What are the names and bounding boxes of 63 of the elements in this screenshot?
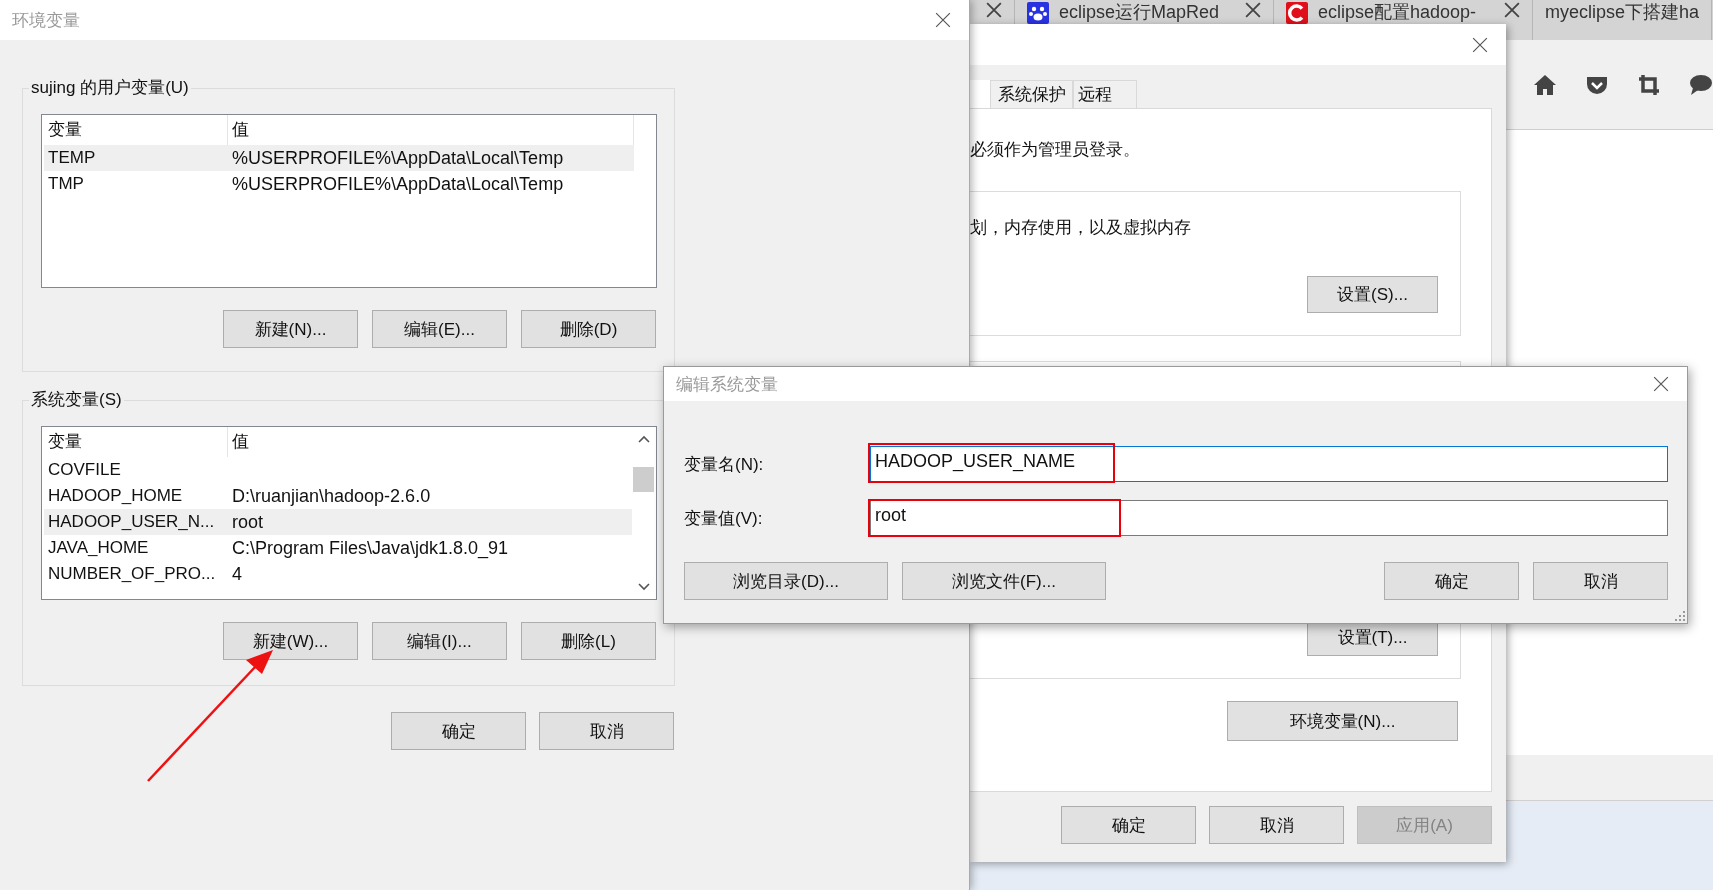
group-label: 系统变量(S) [29,388,124,411]
variable-value: 4 [231,563,243,585]
description-text: 划，内存使用，以及虚拟内存 [970,217,1192,239]
variable-value: root [231,511,265,533]
close-icon[interactable] [1472,36,1488,53]
list-row[interactable]: JAVA_HOME C:\Program Files\Java\jdk1.8.0_91 [44,535,634,561]
variable-name: HADOOP_HOME [47,486,184,506]
scroll-thumb[interactable] [633,467,654,492]
column-header[interactable]: 变量 [44,427,228,457]
close-icon[interactable] [1504,2,1520,18]
input-field[interactable]: root [870,500,1668,536]
close-icon[interactable] [1653,376,1669,392]
dialog-button[interactable]: 编辑(I)... [372,622,507,660]
list-row[interactable]: TEMP %USERPROFILE%\AppData\Local\Temp [44,145,634,171]
variable-name: JAVA_HOME [47,538,150,558]
settings-button[interactable]: 设置(S)... [1307,276,1438,313]
variable-name: HADOOP_USER_N... [47,512,216,532]
home-icon[interactable] [1533,72,1557,97]
list-row[interactable]: NUMBER_OF_PRO... 4 [44,561,634,587]
variable-name: COVFILE [47,460,122,480]
variable-value: %USERPROFILE%\AppData\Local\Temp [231,173,565,195]
close-icon[interactable] [935,12,951,28]
list-row[interactable]: TMP %USERPROFILE%\AppData\Local\Temp [44,171,634,197]
field-label: 变量名(N): [684,453,765,476]
dialog-button[interactable]: 删除(L) [521,622,656,660]
dialog-button[interactable]: 新建(N)... [223,310,358,348]
tab-title: myeclipse下搭建ha [1545,2,1700,22]
browse-button[interactable]: 浏览文件(F)... [902,562,1106,600]
variable-value: C:\Program Files\Java\jdk1.8.0_91 [231,537,510,559]
tab-title: eclipse运行MapRed [1059,2,1221,22]
input-field[interactable]: HADOOP_USER_NAME [870,446,1668,482]
tab[interactable]: 远程 [1073,80,1137,108]
field-label: 变量值(V): [684,507,764,530]
window-title: 编辑系统变量 [676,373,778,396]
dialog-button[interactable]: 新建(W)... [223,622,358,660]
close-icon[interactable] [1245,2,1261,18]
list-row[interactable]: COVFILE [44,457,634,483]
tab-title: eclipse配置hadoop- [1318,2,1478,22]
dialog-button[interactable]: 编辑(E)... [372,310,507,348]
variable-name: NUMBER_OF_PRO... [47,564,217,584]
variable-value: %USERPROFILE%\AppData\Local\Temp [231,147,565,169]
speech-bubble-icon[interactable] [1689,72,1713,97]
dialog-button[interactable]: 删除(D) [521,310,656,348]
dialog-button[interactable]: 取消 [1209,806,1344,844]
browse-button[interactable]: 浏览目录(D)... [684,562,888,600]
variable-value: D:\ruanjian\hadoop-2.6.0 [231,485,432,507]
dialog-button[interactable]: 取消 [539,712,674,750]
tab[interactable]: 系统保护 [990,80,1073,108]
list-row[interactable]: HADOOP_USER_N... root [44,509,634,535]
dialog-button[interactable]: 取消 [1533,562,1668,600]
resize-grip-icon[interactable] [1675,611,1685,621]
environment-variables-button[interactable]: 环境变量(N)... [1227,701,1458,741]
dialog-button[interactable]: 确定 [1384,562,1519,600]
variable-name: TMP [47,174,85,194]
close-icon[interactable] [986,2,1002,18]
group-label: sujing 的用户变量(U) [29,76,191,99]
note-text: 必须作为管理员登录。 [970,139,1141,161]
dialog-button[interactable]: 确定 [391,712,526,750]
window-title: 环境变量 [12,9,80,32]
variable-name: TEMP [47,148,97,168]
dialog-button[interactable]: 确定 [1061,806,1196,844]
crop-icon[interactable] [1637,72,1661,97]
list-row[interactable]: HADOOP_HOME D:\ruanjian\hadoop-2.6.0 [44,483,634,509]
